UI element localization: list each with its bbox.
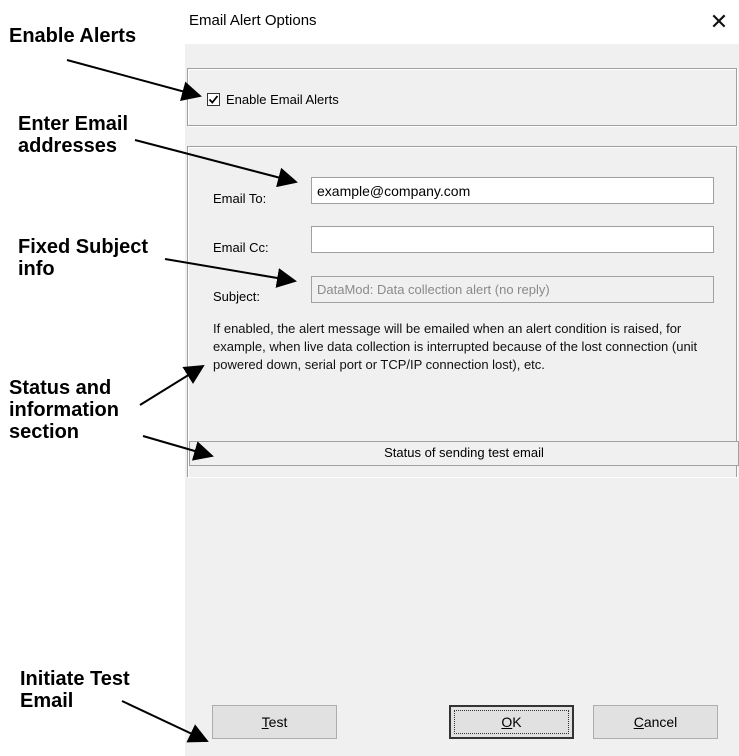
arrow-enable-alerts: [66, 59, 202, 101]
arrow-initiate-test: [121, 700, 209, 743]
arrow-status-info-2: [142, 435, 214, 461]
arrow-status-info-1: [139, 364, 205, 406]
annotation-arrows: [66, 59, 298, 743]
arrow-fixed-subject: [164, 258, 297, 288]
arrow-enter-email: [134, 139, 298, 188]
